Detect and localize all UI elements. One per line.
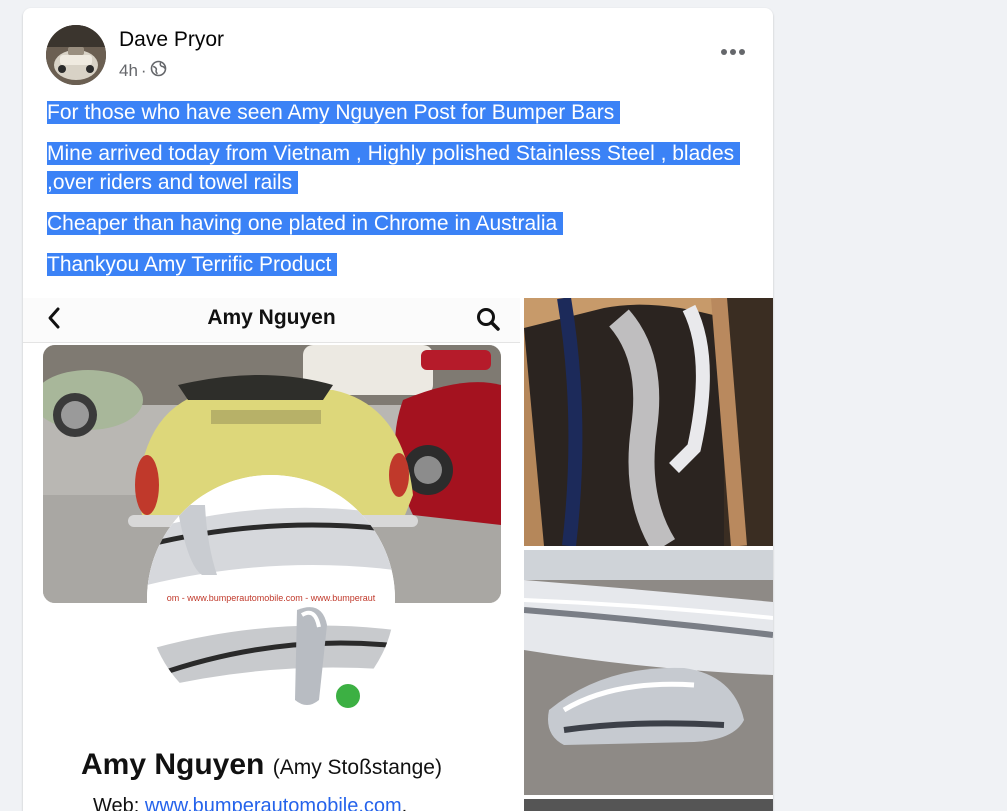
screenshot-website: Web: www.bumperautomobile.com,: [93, 795, 407, 811]
post-paragraph: Thankyou Amy Terrific Product: [47, 253, 338, 276]
author-avatar[interactable]: [46, 25, 106, 85]
media-photo-partial[interactable]: [524, 799, 773, 811]
post-paragraph: Mine arrived today from Vietnam , Highly…: [47, 142, 741, 194]
post-media-grid[interactable]: Amy Nguyen om - www.bumperautomobile.com…: [23, 298, 773, 811]
profile-alias: (Amy Stoßstange): [272, 756, 442, 779]
avatar-image: [46, 25, 106, 85]
post-text: For those who have seen Amy Nguyen Post …: [47, 98, 747, 291]
watermark-text: om - www.bumperautomobile.com - www.bump…: [166, 593, 376, 603]
media-photo-packaging[interactable]: [524, 298, 773, 546]
post-header: Dave Pryor 4h ·: [23, 8, 773, 94]
post-paragraph: For those who have seen Amy Nguyen Post …: [47, 101, 621, 124]
web-trailing: ,: [401, 795, 408, 811]
screenshot-top-bar: Amy Nguyen: [23, 298, 520, 343]
more-options-button[interactable]: [715, 38, 751, 66]
profile-name: Amy Nguyen: [81, 748, 265, 781]
search-icon: [475, 306, 501, 337]
post-paragraph: Cheaper than having one plated in Chrome…: [47, 212, 564, 235]
media-photo-bumper-closeup[interactable]: [524, 550, 773, 795]
post-time[interactable]: 4h: [119, 61, 138, 81]
screenshot-title: Amy Nguyen: [207, 306, 336, 329]
screenshot-profile-name: Amy Nguyen (Amy Stoßstange): [81, 748, 442, 782]
online-status-dot: [333, 681, 363, 711]
post-meta: 4h ·: [119, 60, 167, 82]
more-horizontal-icon: [721, 49, 745, 55]
web-link: www.bumperautomobile.com: [144, 795, 402, 811]
meta-separator: ·: [140, 61, 147, 80]
web-label: Web:: [93, 795, 140, 811]
author-name[interactable]: Dave Pryor: [119, 28, 224, 52]
media-photo-screenshot[interactable]: Amy Nguyen om - www.bumperautomobile.com…: [23, 298, 520, 811]
globe-icon[interactable]: [150, 60, 167, 82]
feed-post: Dave Pryor 4h · For those who have seen …: [23, 8, 773, 811]
